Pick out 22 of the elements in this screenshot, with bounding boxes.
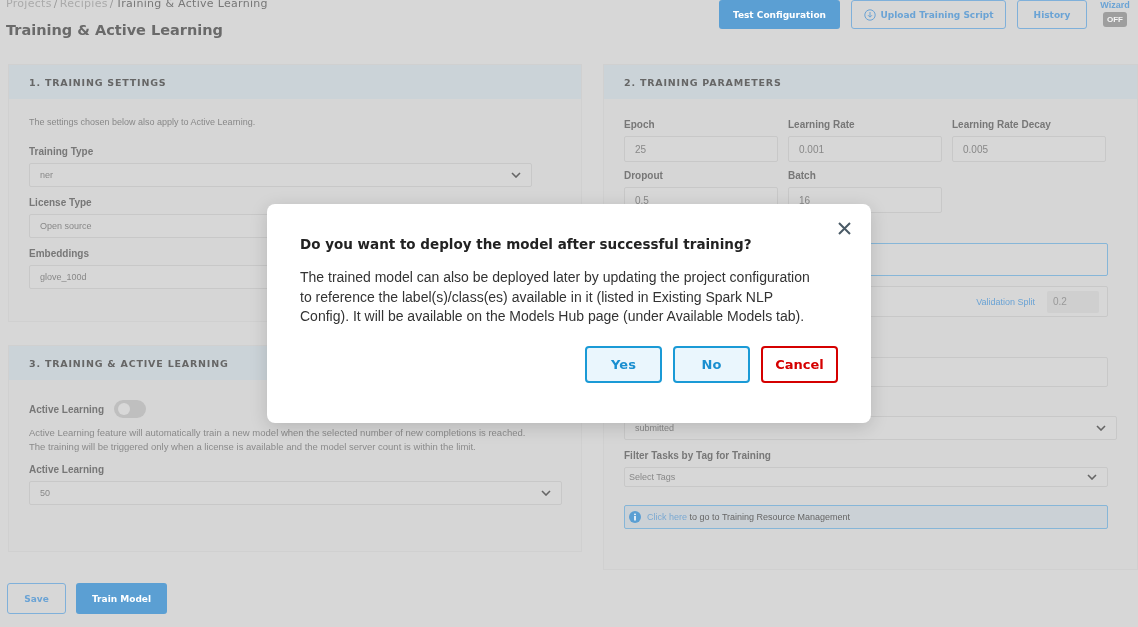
description-text: Active Learning feature will automatically train a new model when the selected number of new completions is reached.	[29, 426, 527, 440]
dialog-message: The trained model can also be deployed later by updating the project configuration to reference the label(s)/class(es) available in it (listed in Existing Spark NLP Config). It will be available on the Models Hub page (under Available Models tab).	[300, 268, 811, 326]
dialog-title: Do you want to deploy the model after successful training?	[300, 236, 753, 252]
field-label: Filter Tasks by Tag for Training	[624, 450, 772, 461]
panel-header: 1. TRAINING SETTINGS	[9, 65, 581, 99]
field-label: Learning Rate Decay	[952, 119, 1052, 130]
page-title: Training & Active Learning	[6, 22, 224, 38]
field-label: Dropout	[624, 170, 664, 181]
panel-header: 2. TRAINING PARAMETERS	[604, 65, 1137, 99]
field-label: Epoch	[624, 119, 656, 130]
wizard-label: Wizard	[1100, 0, 1130, 10]
field-label: License Type	[29, 197, 93, 208]
info-text: Click here to go to Training Resource Management	[647, 512, 851, 522]
split-label: Validation Split	[976, 296, 1035, 307]
field-label: Embeddings	[29, 248, 90, 259]
settings-note: The settings chosen below also apply to Active Learning.	[29, 117, 257, 127]
field-label: Active Learning	[29, 464, 106, 475]
toggle-label: Active Learning	[29, 403, 105, 415]
field-label: Training Type	[29, 146, 95, 157]
description-text: The training will be triggered only when a license is available and the model server count is within the limit.	[29, 440, 477, 454]
field-label: Batch	[788, 170, 817, 181]
field-label: Learning Rate	[788, 119, 856, 130]
